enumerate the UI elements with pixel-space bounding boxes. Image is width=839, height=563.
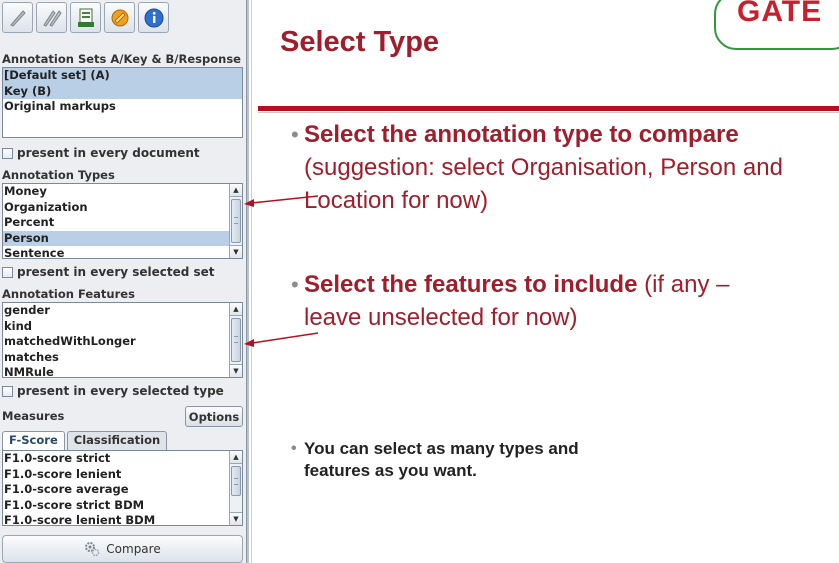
options-button[interactable]: Options [185,406,243,427]
list-item[interactable]: F1.0-score lenient BDM [3,513,242,525]
present-every-set-checkbox[interactable]: present in every selected set [2,265,215,279]
scroll-up-icon[interactable]: ▲ [230,184,242,197]
checkbox-label: present in every selected set [17,265,215,279]
title-divider [258,106,839,111]
bullet-dot: • [291,440,297,457]
bullet-text: (suggestion: select Organisation, Person… [304,154,783,214]
present-every-document-checkbox[interactable]: present in every document [2,146,200,160]
feather-double-icon [42,9,62,27]
annotation-features-label: Annotation Features [2,287,135,301]
list-item[interactable]: matches [3,350,242,366]
checkbox-label: present in every document [17,146,200,160]
measures-tabs: F-Score Classification [2,431,169,450]
tab-classification[interactable]: Classification [66,431,168,450]
feather-icon [9,9,26,27]
list-item[interactable]: Percent [3,215,242,231]
annotation-sets-label: Annotation Sets A/Key & B/Response [2,52,241,66]
list-item[interactable]: Original markups [3,99,242,115]
panel-toolbar [2,2,169,33]
scroll-thumb[interactable] [231,466,241,496]
tab-f-score[interactable]: F-Score [2,431,65,450]
measures-label: Measures [2,409,65,423]
checkbox-box[interactable] [2,147,13,159]
present-every-type-checkbox[interactable]: present in every selected type [2,384,224,398]
list-item[interactable]: Person [3,230,229,247]
checkbox-label: present in every selected type [17,384,224,398]
scroll-thumb[interactable] [231,318,241,362]
measures-list[interactable]: F1.0-score strict F1.0-score lenient F1.… [2,450,243,526]
gate-logo: GATE [714,0,839,50]
wizard-button[interactable] [104,2,135,33]
list-item[interactable]: gender [3,303,242,319]
annotation-diff-panel: Annotation Sets A/Key & B/Response [Defa… [0,0,246,563]
list-item[interactable]: F1.0-score lenient [3,467,242,483]
bullet-bold: Select the features to include [304,271,638,298]
scroll-up-icon[interactable]: ▲ [230,303,242,316]
slide-title: Select Type [280,26,440,58]
document-export-icon [77,8,94,27]
list-item[interactable]: F1.0-score strict [3,451,242,467]
compare-button-label: Compare [106,542,161,556]
annotation-features-scrollbar[interactable]: ▲ ▼ [229,303,242,377]
bullet-dot: • [291,272,299,297]
list-item[interactable]: [Default set] (A) [3,68,242,84]
panel-splitter[interactable] [246,0,249,563]
settings-wizard-icon [111,9,128,26]
measures-scrollbar[interactable]: ▲ ▼ [229,451,242,525]
list-item[interactable]: matchedWithLonger [3,334,242,350]
list-item[interactable]: kind [3,319,242,335]
checkbox-box[interactable] [2,385,13,397]
annotation-types-list[interactable]: Money Organization Percent Person Senten… [2,183,243,259]
annotation-types-label: Annotation Types [2,168,115,182]
list-item[interactable]: Key (B) [3,83,242,100]
list-item[interactable]: NMRule [3,365,242,377]
scroll-down-icon[interactable]: ▼ [230,245,242,258]
panel-splitter-edge [251,0,252,563]
info-button[interactable] [138,2,169,33]
list-item[interactable]: F1.0-score average [3,482,242,498]
bullet-bold: Select the annotation type to compare [304,121,739,148]
bullet-select-type: • Select the annotation type to compare … [291,118,784,217]
list-item[interactable]: Organization [3,200,242,216]
gears-icon [85,542,100,557]
feather-double-button[interactable] [36,2,67,33]
scroll-down-icon[interactable]: ▼ [230,364,242,377]
scroll-up-icon[interactable]: ▲ [230,451,242,464]
gate-logo-text: GATE [737,0,823,28]
title-divider-shadow [258,112,839,113]
list-item[interactable]: Money [3,184,242,200]
scroll-down-icon[interactable]: ▼ [230,512,242,525]
bullet-dot: • [291,122,299,147]
list-item[interactable]: F1.0-score strict BDM [3,498,242,514]
feather-button[interactable] [2,2,33,33]
annotation-sets-list[interactable]: [Default set] (A) Key (B) Original marku… [2,67,243,138]
compare-button[interactable]: Compare [2,535,243,563]
info-icon [144,8,163,27]
bullet-select-many: • You can select as many types and featu… [291,438,614,482]
annotation-features-list[interactable]: gender kind matchedWithLonger matches NM… [2,302,243,378]
bullet-text: You can select as many types and feature… [304,439,579,480]
annotation-types-scrollbar[interactable]: ▲ ▼ [229,184,242,258]
export-button[interactable] [70,2,101,33]
list-item[interactable]: Sentence [3,246,242,258]
checkbox-box[interactable] [2,266,13,278]
arrow-to-annotation-features [244,332,319,347]
bullet-select-features: • Select the features to include (if any… [291,268,784,334]
scroll-thumb[interactable] [231,199,241,243]
